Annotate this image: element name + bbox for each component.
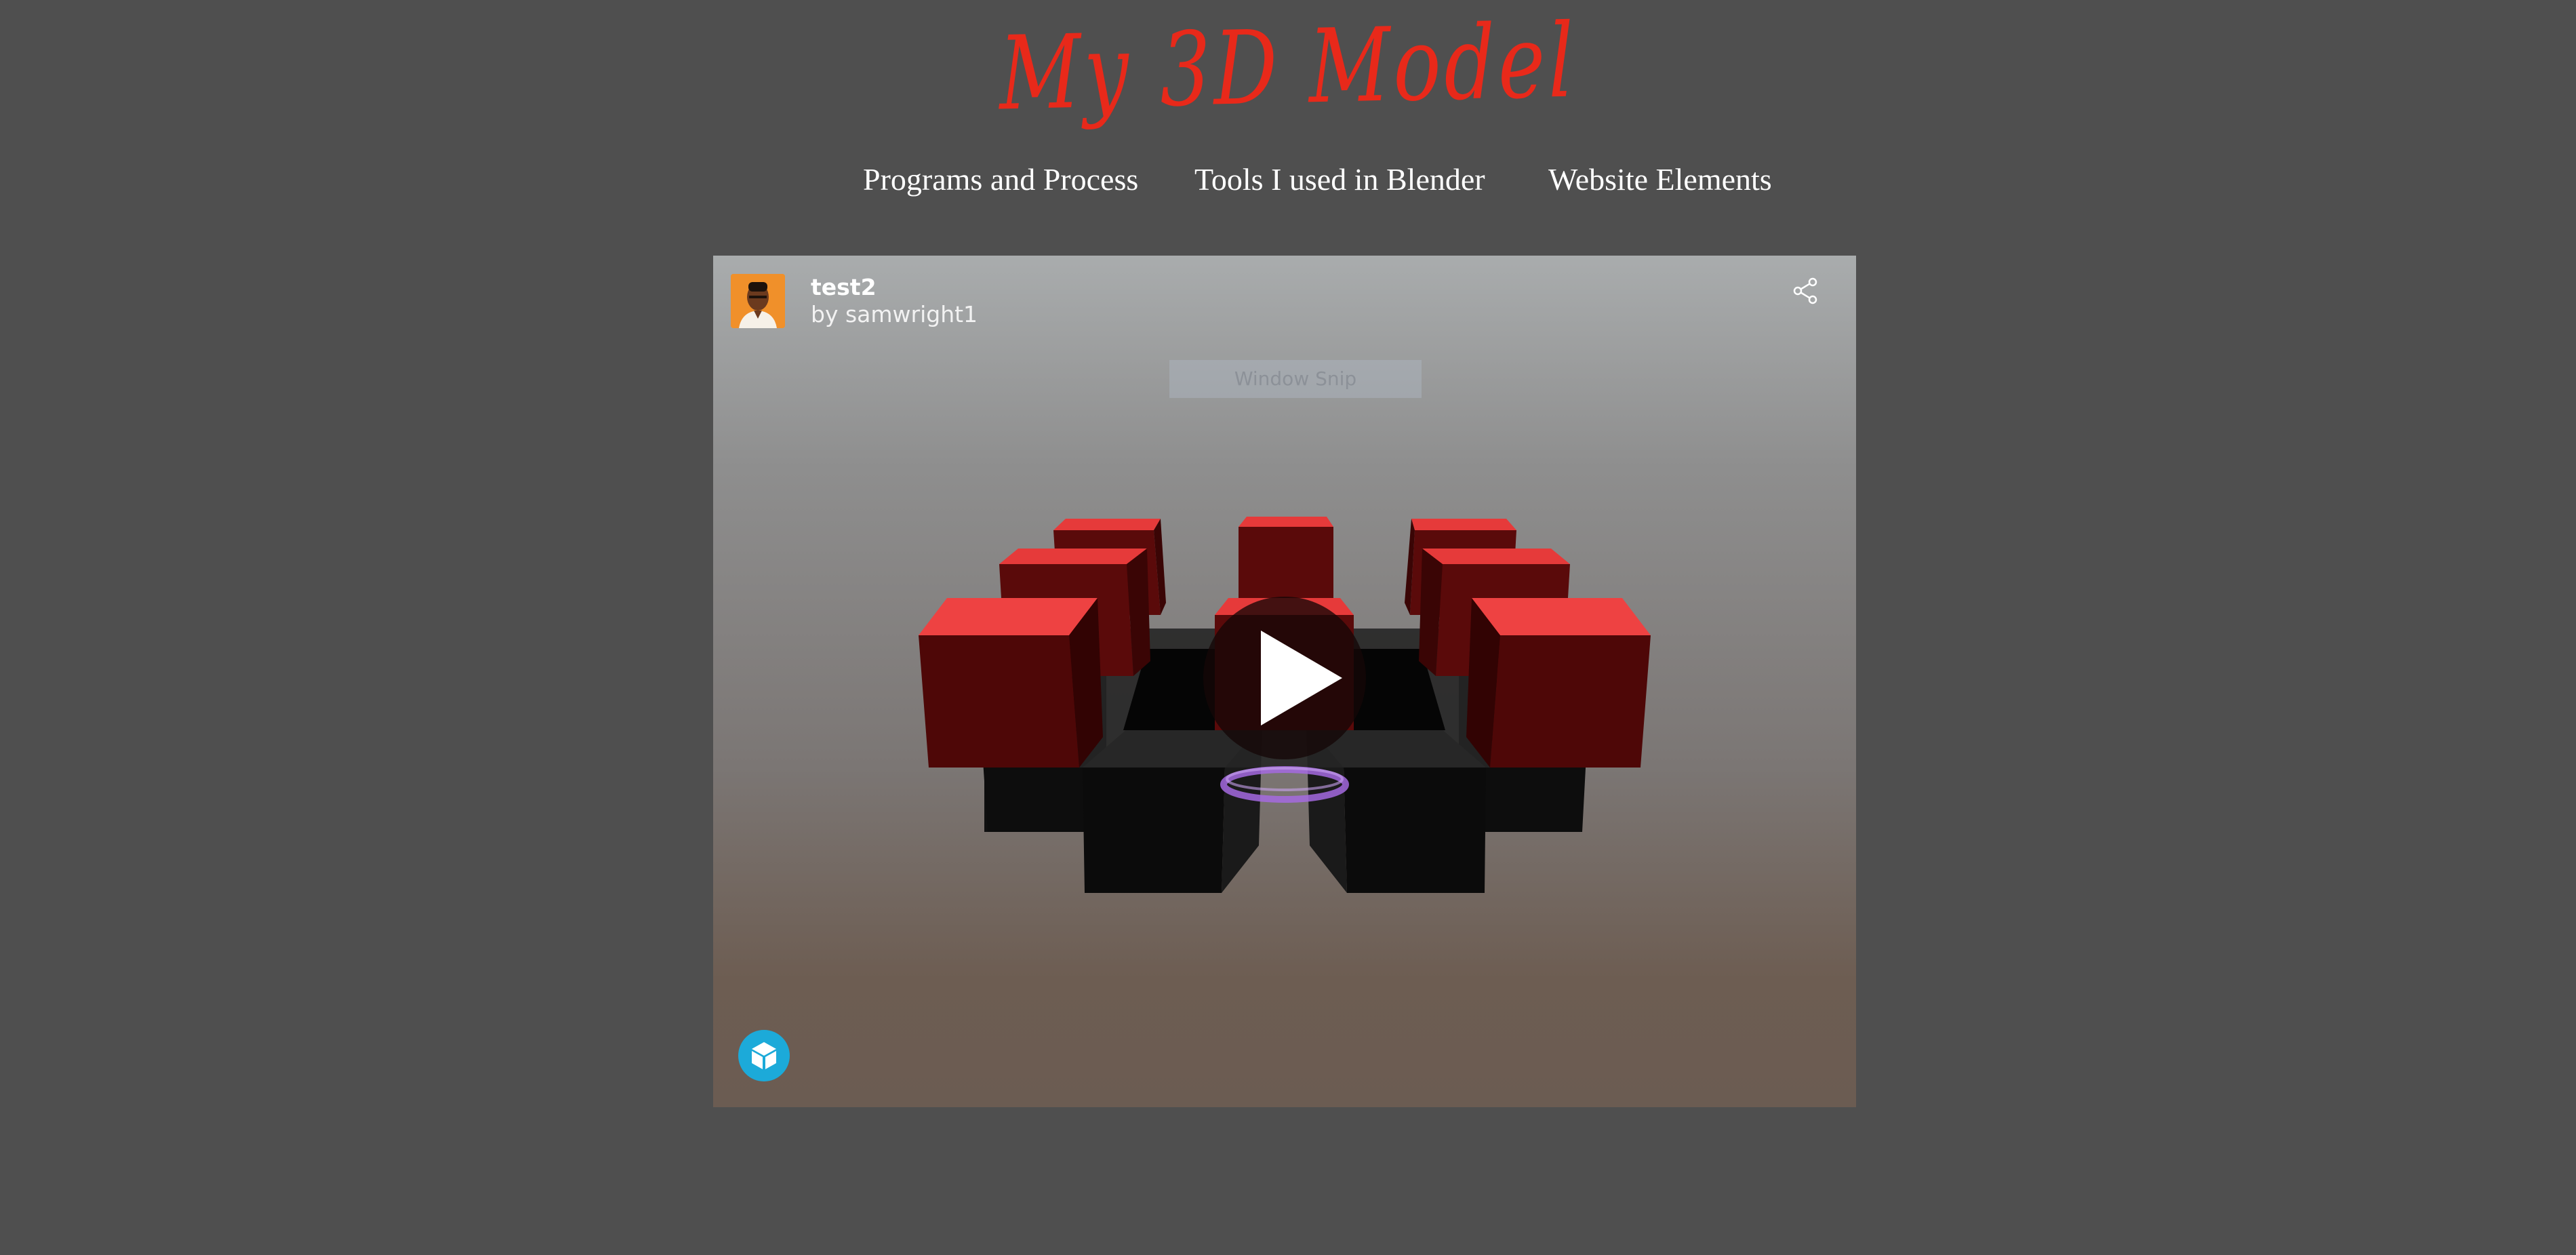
- red-cube-front-left: [919, 598, 1103, 768]
- red-cube-front-right: [1466, 598, 1651, 768]
- sketchfab-logo-icon[interactable]: [738, 1030, 790, 1081]
- site-title: My 3D Model: [998, 2, 1578, 134]
- nav-link-programs-and-process[interactable]: Programs and Process: [863, 153, 1138, 207]
- site-header: My 3D Model: [0, 0, 2576, 136]
- model-author[interactable]: by samwright1: [811, 301, 978, 328]
- page: My 3D Model Programs and Process Tools I…: [0, 0, 2576, 1255]
- nav-link-tools-in-blender[interactable]: Tools I used in Blender: [1194, 153, 1485, 207]
- user-avatar[interactable]: [731, 274, 785, 328]
- share-icon[interactable]: [1791, 276, 1821, 306]
- play-button[interactable]: [1203, 597, 1366, 759]
- window-snip-overlay: Window Snip: [1169, 360, 1422, 398]
- model-header: test2 by samwright1: [731, 273, 978, 330]
- play-icon: [1261, 631, 1342, 725]
- model-viewer-embed[interactable]: test2 by samwright1 Window Snip: [713, 256, 1856, 1107]
- nav-link-website-elements[interactable]: Website Elements: [1548, 153, 1772, 207]
- model-info: test2 by samwright1: [811, 274, 978, 328]
- model-title[interactable]: test2: [811, 274, 978, 301]
- main-nav: Programs and Process Tools I used in Ble…: [0, 153, 2576, 207]
